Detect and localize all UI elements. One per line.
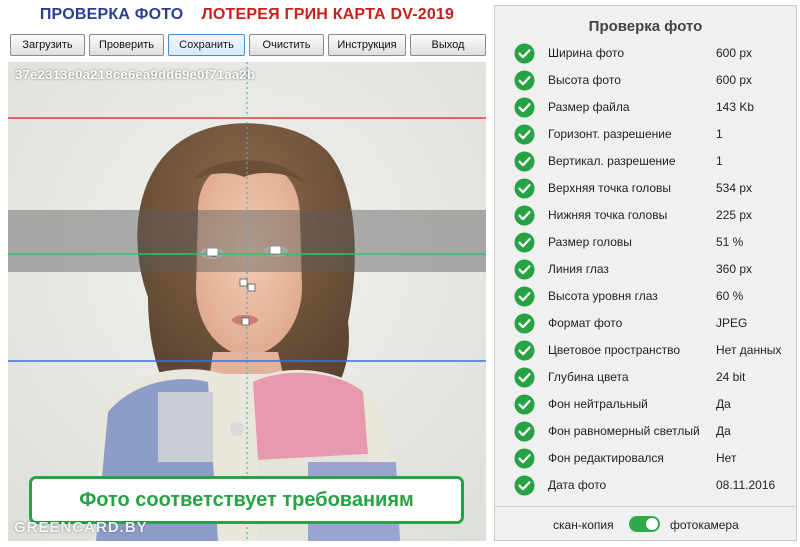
check-value: 60 %: [716, 289, 744, 303]
check-row: Горизонт. разрешение 1: [495, 121, 796, 148]
check-value: Да: [716, 424, 731, 438]
check-row: Глубина цвета 24 bit: [495, 364, 796, 391]
check-row: Высота фото 600 px: [495, 67, 796, 94]
check-row: Нижняя точка головы 225 px: [495, 202, 796, 229]
check-circle-icon: [514, 421, 535, 442]
check-value: 360 px: [716, 262, 753, 276]
check-circle-icon: [514, 475, 535, 496]
photo-preview[interactable]: 37e2313e0a218ce6ea9dd69e0f71aa2b Фото со…: [8, 62, 486, 541]
exit-button[interactable]: Выход: [410, 34, 486, 56]
check-circle-icon: [514, 43, 535, 64]
app-title-secondary: ЛОТЕРЕЯ ГРИН КАРТА DV-2019: [201, 6, 455, 23]
check-row: Размер головы 51 %: [495, 229, 796, 256]
check-circle-icon: [514, 178, 535, 199]
app-title-primary: ПРОВЕРКА ФОТО: [39, 6, 184, 23]
check-row: Верхняя точка головы 534 px: [495, 175, 796, 202]
toggle-label-camera[interactable]: фотокамера: [670, 518, 739, 532]
toggle-knob: [646, 518, 658, 530]
check-circle-icon: [514, 70, 535, 91]
check-label: Глубина цвета: [548, 370, 629, 384]
check-row: Дата фото 08.11.2016: [495, 472, 796, 499]
app-title: ПРОВЕРКА ФОТО ЛОТЕРЕЯ ГРИН КАРТА DV-2019: [8, 6, 486, 32]
check-value: JPEG: [716, 316, 748, 330]
check-circle-icon: [514, 205, 535, 226]
check-label: Ширина фото: [548, 46, 625, 60]
check-row: Фон нейтральный Да: [495, 391, 796, 418]
check-label: Вертикал. разрешение: [548, 154, 676, 168]
check-value: 1: [716, 127, 723, 141]
check-value: 24 bit: [716, 370, 746, 384]
check-value: 1: [716, 154, 723, 168]
check-label: Фон нейтральный: [548, 397, 648, 411]
check-label: Верхняя точка головы: [548, 181, 672, 195]
check-value: 600 px: [716, 73, 753, 87]
portrait-photo: [8, 62, 486, 541]
check-label: Линия глаз: [548, 262, 609, 276]
check-value: 51 %: [716, 235, 744, 249]
check-circle-icon: [514, 124, 535, 145]
check-label: Цветовое пространство: [548, 343, 681, 357]
check-label: Горизонт. разрешение: [548, 127, 672, 141]
check-circle-icon: [514, 259, 535, 280]
check-label: Фон редактировался: [548, 451, 664, 465]
photo-hash: 37e2313e0a218ce6ea9dd69e0f71aa2b: [15, 67, 256, 82]
check-row: Цветовое пространство Нет данных: [495, 337, 796, 364]
check-value: 08.11.2016: [716, 478, 776, 492]
check-row: Фон редактировался Нет: [495, 445, 796, 472]
panel-title: Проверка фото: [588, 18, 703, 35]
check-label: Размер головы: [548, 235, 632, 249]
source-toggle[interactable]: [629, 516, 660, 532]
check-value: Нет: [716, 451, 737, 465]
check-circle-icon: [514, 367, 535, 388]
instructions-button[interactable]: Инструкция: [328, 34, 406, 56]
clear-button[interactable]: Очистить: [249, 34, 324, 56]
check-row: Формат фото JPEG: [495, 310, 796, 337]
check-label: Размер файла: [548, 100, 630, 114]
check-row: Фон равномерный светлый Да: [495, 418, 796, 445]
check-value: 600 px: [716, 46, 753, 60]
panel-divider: [495, 506, 796, 507]
check-label: Дата фото: [548, 478, 607, 492]
check-row: Линия глаз 360 px: [495, 256, 796, 283]
check-circle-icon: [514, 313, 535, 334]
check-row: Ширина фото 600 px: [495, 40, 796, 67]
check-label: Формат фото: [548, 316, 623, 330]
check-row: Высота уровня глаз 60 %: [495, 283, 796, 310]
check-label: Нижняя точка головы: [548, 208, 668, 222]
source-toggle-row: скан-копия фотокамера: [495, 515, 796, 535]
check-circle-icon: [514, 394, 535, 415]
check-value: 143 Kb: [716, 100, 755, 114]
check-circle-icon: [514, 340, 535, 361]
save-button[interactable]: Сохранить: [168, 34, 245, 56]
check-label: Фон равномерный светлый: [548, 424, 700, 438]
check-circle-icon: [514, 448, 535, 469]
watermark: GREENCARD.BY: [14, 519, 148, 536]
status-message: Фото соответствует требованиям: [29, 476, 464, 524]
check-button[interactable]: Проверить: [89, 34, 164, 56]
load-button[interactable]: Загрузить: [10, 34, 85, 56]
check-row: Вертикал. разрешение 1: [495, 148, 796, 175]
check-value: Нет данных: [716, 343, 782, 357]
check-circle-icon: [514, 232, 535, 253]
check-circle-icon: [514, 151, 535, 172]
check-value: Да: [716, 397, 731, 411]
check-value: 225 px: [716, 208, 753, 222]
check-row: Размер файла 143 Kb: [495, 94, 796, 121]
check-circle-icon: [514, 286, 535, 307]
check-label: Высота фото: [548, 73, 621, 87]
check-value: 534 px: [716, 181, 753, 195]
check-label: Высота уровня глаз: [548, 289, 658, 303]
toggle-label-scan[interactable]: скан-копия: [553, 518, 614, 532]
check-circle-icon: [514, 97, 535, 118]
check-panel: Проверка фото Ширина фото 600 px Высота фо…: [494, 5, 797, 541]
